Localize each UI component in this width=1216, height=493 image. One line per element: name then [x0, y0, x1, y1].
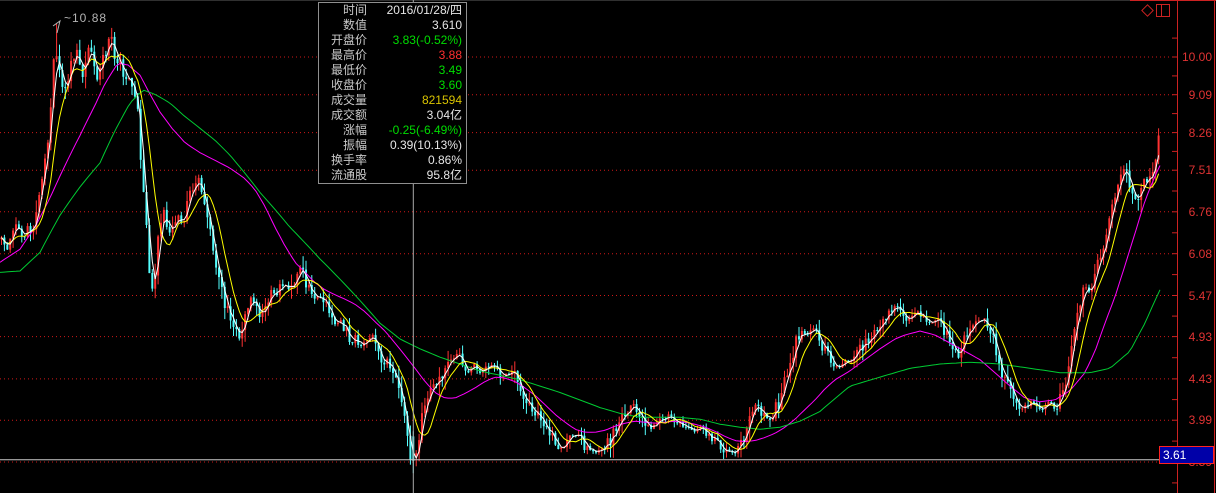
- tooltip-value: 3.60: [438, 78, 462, 92]
- kline-chart-canvas[interactable]: [0, 0, 1216, 493]
- tooltip-row: 数值 3.610: [319, 18, 466, 33]
- price-axis-label: 10.00: [1181, 50, 1212, 64]
- price-axis-label: 4.93: [1188, 330, 1212, 344]
- tooltip-row: 成交额 3.04亿: [319, 108, 466, 123]
- peak-price-annotation: ~10.88: [64, 11, 108, 25]
- tooltip-label: 成交额: [330, 108, 367, 122]
- price-axis-label: 3.99: [1188, 413, 1212, 427]
- ma-mid-line: [1, 53, 1160, 451]
- tooltip-value: -0.25(-6.49%): [388, 123, 462, 137]
- tooltip-value: 3.610: [431, 18, 462, 32]
- split-window-icon-divider: [1161, 5, 1162, 16]
- tooltip-label: 最高价: [330, 48, 367, 62]
- tooltip-label: 收盘价: [330, 78, 367, 92]
- tooltip-label: 最低价: [330, 63, 367, 77]
- tooltip-label: 时间: [342, 3, 367, 17]
- tooltip-value: 3.04亿: [426, 108, 462, 122]
- tooltip-value: 3.88: [438, 48, 462, 62]
- ma-slow-line: [0, 62, 1161, 443]
- tooltip-value: 821594: [421, 93, 462, 107]
- tooltip-label: 涨幅: [342, 123, 367, 137]
- tooltip-value: 3.83(-0.52%): [392, 33, 462, 47]
- crosshair: [0, 0, 1159, 493]
- ma-fast-line: [1, 42, 1160, 460]
- tooltip-label: 流通股: [330, 168, 367, 182]
- crosshair-price-badge: 3.61: [1159, 446, 1214, 464]
- tooltip-row: 成交量 821594: [319, 93, 466, 108]
- tooltip-row: 换手率 0.86%: [319, 153, 466, 168]
- tooltip-row: 时间 2016/01/28/四: [319, 3, 466, 18]
- tooltip-row: 流通股 95.8亿: [319, 168, 466, 183]
- tooltip-row: 收盘价 3.60: [319, 78, 466, 93]
- price-axis-label: 8.26: [1188, 126, 1212, 140]
- tooltip-label: 换手率: [330, 153, 367, 167]
- stock-chart-screen: ~10.88 时间 2016/01/28/四数值 3.610 开盘价 3.83(-0.5…: [0, 0, 1216, 493]
- tooltip-row: 涨幅 -0.25(-6.49%): [319, 123, 466, 138]
- tooltip-label: 开盘价: [330, 33, 367, 47]
- split-window-icon[interactable]: [1156, 4, 1170, 17]
- price-axis-label: 7.51: [1188, 163, 1212, 177]
- tooltip-label: 数值: [342, 18, 367, 32]
- tooltip-row: 开盘价 3.83(-0.52%): [319, 33, 466, 48]
- price-axis-label: 5.47: [1188, 289, 1212, 303]
- tooltip-row: 最高价 3.88: [319, 48, 466, 63]
- candles-layer: [0, 23, 1160, 474]
- gridlines-layer: [0, 56, 1174, 463]
- price-axis-label: 9.09: [1188, 88, 1212, 102]
- price-axis-label: 6.76: [1188, 205, 1212, 219]
- tooltip-value: 3.49: [438, 63, 462, 77]
- price-axis-label: 4.43: [1188, 372, 1212, 386]
- data-readout-panel: 时间 2016/01/28/四数值 3.610 开盘价 3.83(-0.52%) 最高价 3…: [318, 2, 467, 184]
- tooltip-value: 0.86%: [427, 153, 462, 167]
- tooltip-label: 振幅: [342, 138, 367, 152]
- tooltip-value: 2016/01/28/四: [386, 3, 462, 17]
- tooltip-label: 成交量: [330, 93, 367, 107]
- tooltip-row: 振幅 0.39(10.13%): [319, 138, 466, 153]
- tooltip-row: 最低价 3.49: [319, 63, 466, 78]
- tooltip-value: 0.39(10.13%): [389, 138, 462, 152]
- tooltip-value: 95.8亿: [426, 168, 462, 182]
- price-axis-label: 6.08: [1188, 247, 1212, 261]
